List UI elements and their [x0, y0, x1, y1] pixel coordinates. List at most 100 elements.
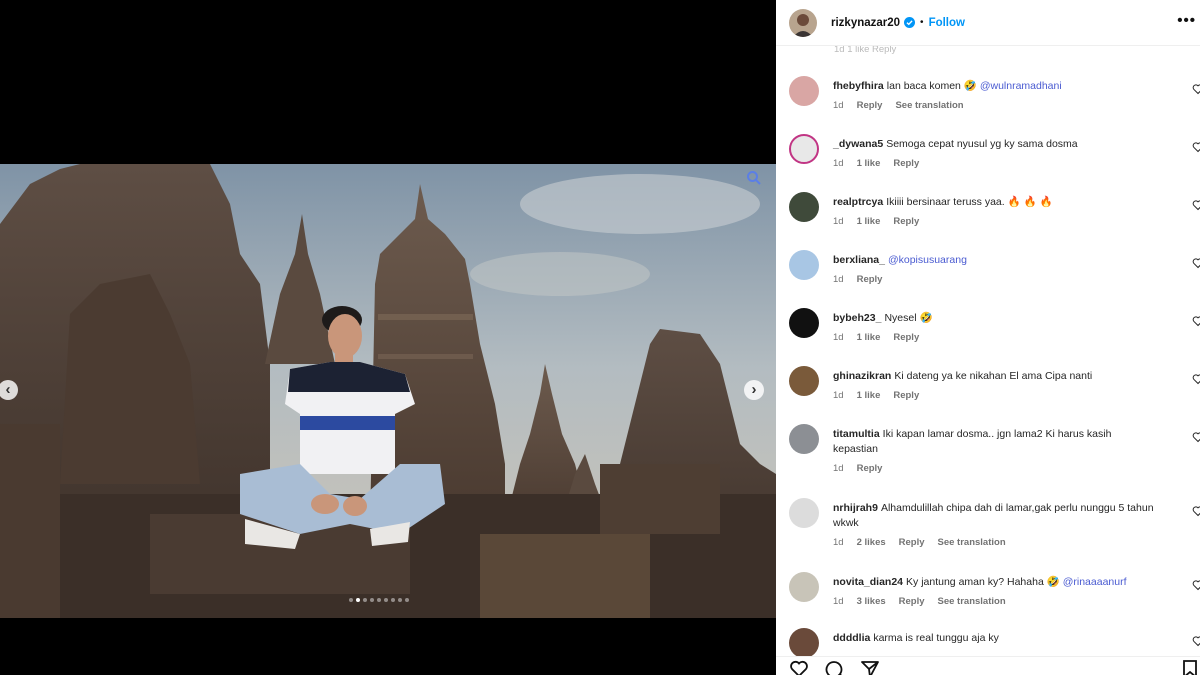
comment-mention-link[interactable]: @kopisusuarang [888, 254, 967, 266]
reply-button[interactable]: Reply [857, 98, 883, 113]
post-header: rizkynazar20 • Follow ••• [776, 0, 1200, 46]
more-options-icon[interactable]: ••• [1177, 12, 1196, 29]
carousel-dot [391, 598, 395, 602]
comment-body: berxliana_ @kopisusuarang 1d Reply [833, 253, 1159, 287]
reply-button[interactable]: Reply [857, 272, 883, 287]
comment-like-heart-icon[interactable] [1192, 579, 1200, 591]
comment-username[interactable]: novita_dian24 [833, 576, 903, 588]
clipped-comment-meta: 1d 1 like Reply [834, 46, 897, 55]
comment-likes-count[interactable]: 3 likes [857, 594, 886, 609]
avatar[interactable] [789, 572, 819, 602]
comment-time: 1d [833, 216, 844, 227]
media-pane: ‹ › [0, 0, 776, 675]
comment-username[interactable]: titamultia [833, 428, 880, 440]
comment-like-heart-icon[interactable] [1192, 505, 1200, 517]
carousel-dot [398, 598, 402, 602]
post-photo[interactable] [0, 164, 776, 618]
avatar[interactable] [789, 424, 819, 454]
comment-text: lan baca komen [886, 80, 961, 92]
comment-time: 1d [833, 596, 844, 607]
comment-username[interactable]: realptrcya [833, 196, 883, 208]
comment-username[interactable]: nrhijrah9 [833, 502, 878, 514]
avatar[interactable] [789, 498, 819, 528]
comment-likes-count[interactable]: 1 like [857, 214, 881, 229]
comment-like-heart-icon[interactable] [1192, 635, 1200, 647]
comment-meta: 1d Reply See translation [833, 98, 1159, 113]
comment-emoji: 🤣 [919, 312, 933, 324]
comment-emoji: 🤣 [963, 80, 977, 92]
temple-scene-image [0, 164, 776, 618]
reply-button[interactable]: Reply [899, 535, 925, 550]
comment-meta: 1d Reply [833, 272, 1159, 287]
comment-emoji: 🤣 [1046, 576, 1060, 588]
see-translation-button[interactable]: See translation [938, 594, 1006, 609]
comment-mention-link[interactable]: @rinaaaanurf [1063, 576, 1127, 588]
comment-like-heart-icon[interactable] [1192, 141, 1200, 153]
reply-button[interactable]: Reply [893, 156, 919, 171]
comments-panel: rizkynazar20 • Follow ••• 1d 1 like Repl… [776, 0, 1200, 675]
comment-like-heart-icon[interactable] [1192, 199, 1200, 211]
see-translation-button[interactable]: See translation [938, 535, 1006, 550]
comment-meta: 1d 1 like Reply [833, 214, 1159, 229]
comment-mention-link[interactable]: @wulnramadhani [980, 80, 1062, 92]
comment-body: realptrcya Ikiiii bersinaar teruss yaa. 🔥… [833, 195, 1159, 229]
zoom-icon[interactable] [746, 170, 762, 186]
comment-username[interactable]: ddddlia [833, 632, 870, 644]
comment-like-heart-icon[interactable] [1192, 257, 1200, 269]
carousel-next-button[interactable]: › [744, 380, 764, 400]
avatar[interactable] [789, 628, 819, 656]
comment-likes-count[interactable]: 2 likes [857, 535, 886, 550]
comment-username[interactable]: ghinazikran [833, 370, 891, 382]
avatar[interactable] [789, 308, 819, 338]
avatar[interactable] [789, 192, 819, 222]
bookmark-icon[interactable] [1180, 660, 1200, 675]
reply-button[interactable]: Reply [893, 388, 919, 403]
comment-like-heart-icon[interactable] [1192, 431, 1200, 443]
carousel-dot [349, 598, 353, 602]
comment-like-heart-icon[interactable] [1192, 315, 1200, 327]
comment-username[interactable]: fhebyfhira [833, 80, 884, 92]
comment-username[interactable]: _dywana5 [833, 138, 883, 150]
carousel-dot [384, 598, 388, 602]
carousel-dot [377, 598, 381, 602]
comment-emoji: 🔥 🔥 🔥 [1007, 196, 1053, 208]
share-icon[interactable] [860, 660, 880, 675]
see-translation-button[interactable]: See translation [895, 98, 963, 113]
heart-icon[interactable] [789, 660, 809, 675]
comment-icon[interactable] [824, 660, 844, 675]
follow-button[interactable]: Follow [929, 17, 965, 29]
reply-button[interactable]: Reply [899, 594, 925, 609]
avatar[interactable] [789, 366, 819, 396]
reply-button[interactable]: Reply [893, 330, 919, 345]
verified-badge-icon [904, 17, 916, 28]
comment-username[interactable]: bybeh23_ [833, 312, 881, 324]
comment-meta: 1d 1 like Reply [833, 388, 1159, 403]
comment-body: bybeh23_ Nyesel 🤣 1d 1 like Reply [833, 311, 1159, 345]
comment-text: Semoga cepat nyusul yg ky sama dosma [886, 138, 1078, 150]
comment-username[interactable]: berxliana_ [833, 254, 885, 266]
comment-time: 1d [833, 537, 844, 548]
carousel-dot [356, 598, 360, 602]
comment-likes-count[interactable]: 1 like [857, 388, 881, 403]
comment-like-heart-icon[interactable] [1192, 83, 1200, 95]
comment-meta: 1d 1 like Reply [833, 156, 1159, 171]
comment-likes-count[interactable]: 1 like [857, 156, 881, 171]
reply-button[interactable]: Reply [857, 461, 883, 476]
comment-likes-count[interactable]: 1 like [857, 330, 881, 345]
post-actions-bar [776, 656, 1200, 675]
comment-text: Ky jantung aman ky? Hahaha [906, 576, 1044, 588]
comment-body: nrhijrah9 Alhamdulillah chipa dah di lama… [833, 501, 1159, 550]
avatar[interactable] [789, 250, 819, 280]
comment-text: Nyesel [884, 312, 917, 324]
comment-text: Ikiiii bersinaar teruss yaa. [886, 196, 1005, 208]
comment-like-heart-icon[interactable] [1192, 373, 1200, 385]
comment-body: fhebyfhira lan baca komen 🤣 @wulnramadhan… [833, 79, 1159, 113]
comment-body: ghinazikran Ki dateng ya ke nikahan El am… [833, 369, 1159, 403]
avatar[interactable] [789, 8, 817, 37]
comment-body: titamultia Iki kapan lamar dosma.. jgn la… [833, 427, 1159, 476]
post-username[interactable]: rizkynazar20 [831, 17, 900, 29]
avatar[interactable] [789, 76, 819, 106]
comment-text: karma is real tunggu aja ky [873, 632, 999, 644]
reply-button[interactable]: Reply [893, 214, 919, 229]
avatar[interactable] [789, 134, 819, 164]
